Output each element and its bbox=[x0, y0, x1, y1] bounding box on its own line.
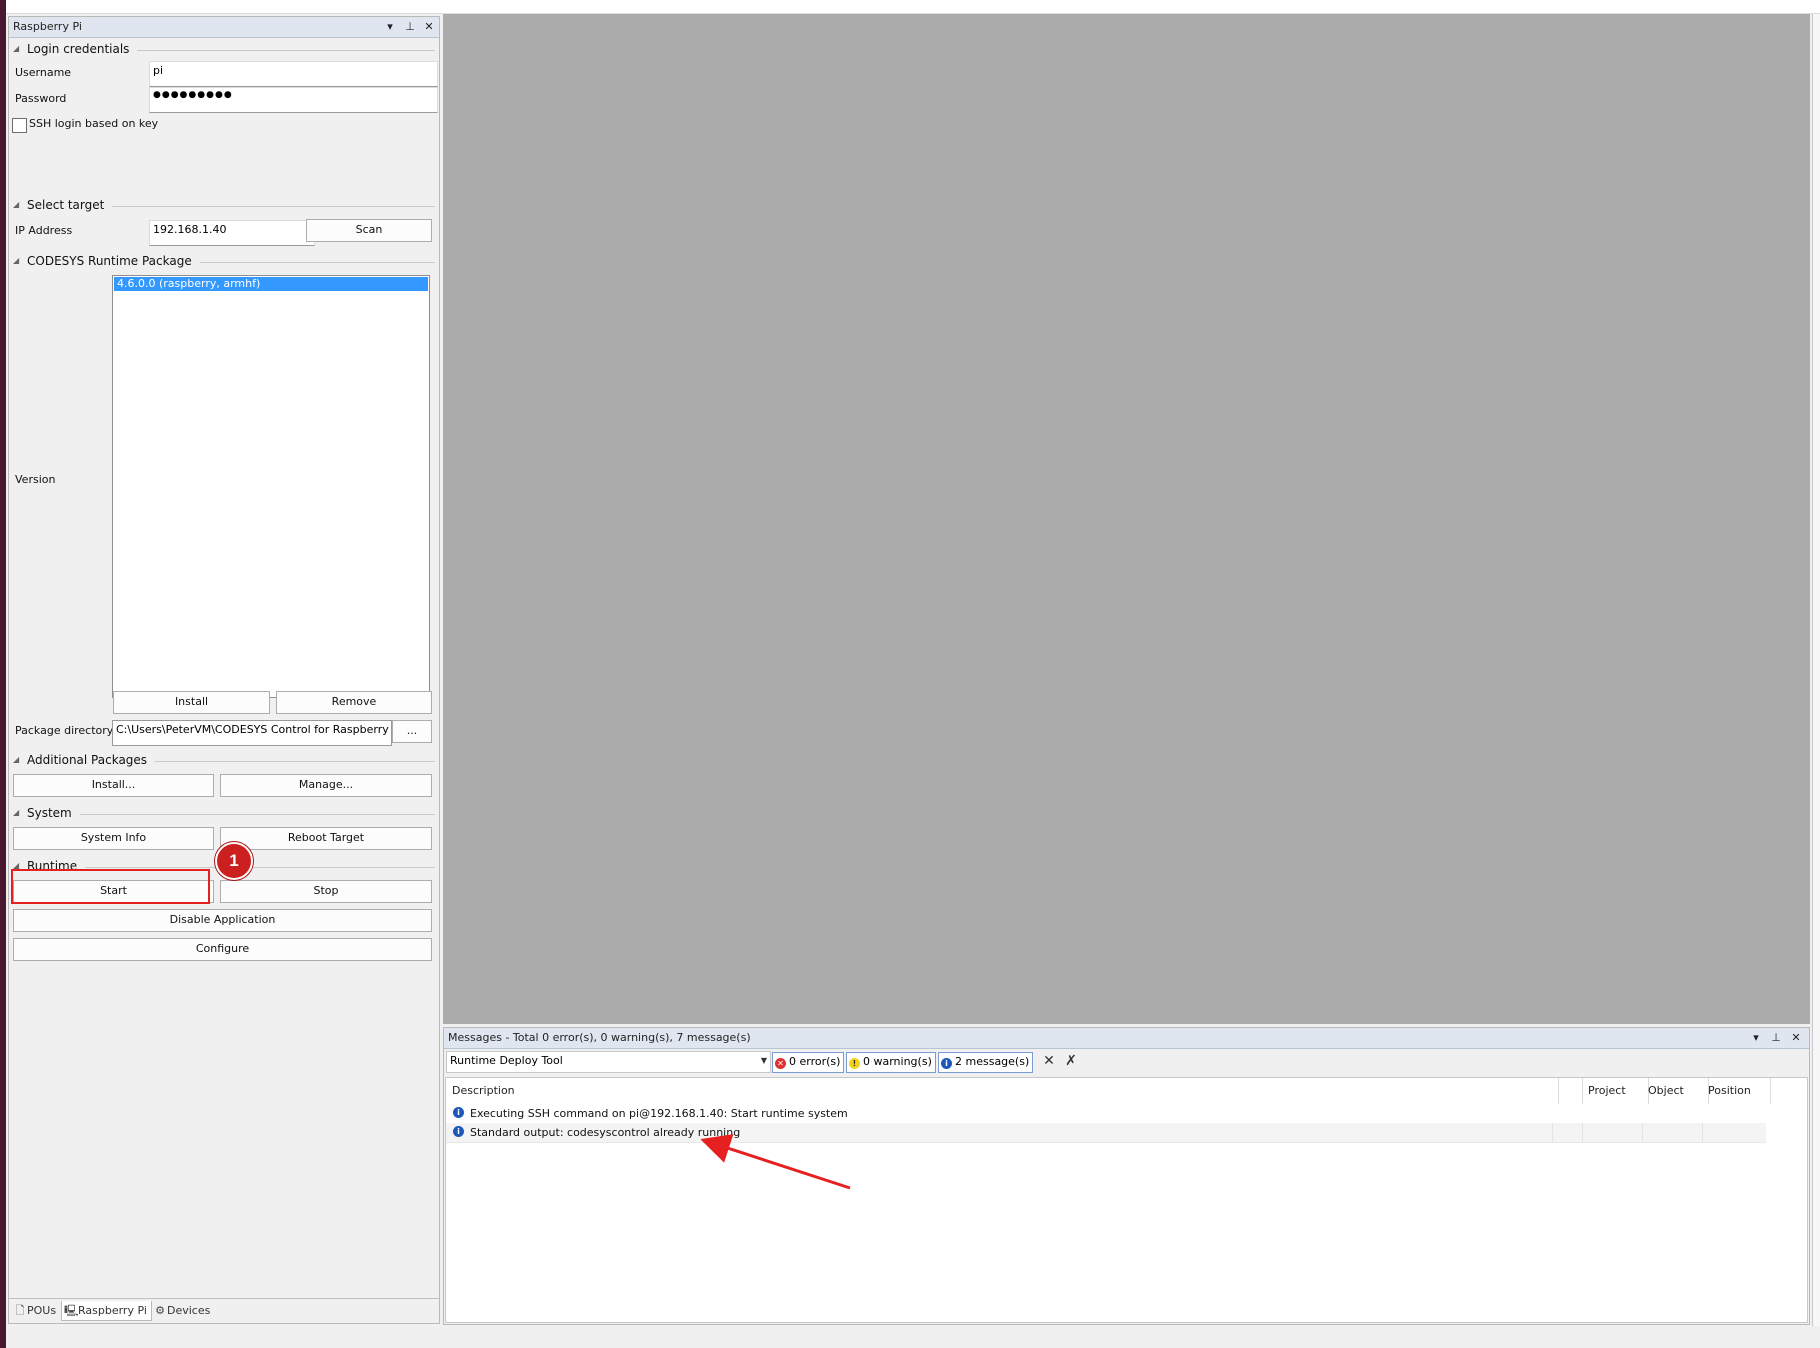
stop-button[interactable]: Stop bbox=[220, 880, 432, 903]
column-object[interactable]: Object bbox=[1642, 1078, 1709, 1104]
start-highlight-box bbox=[11, 869, 210, 904]
close-icon[interactable]: ✕ bbox=[1789, 1030, 1803, 1045]
collapse-triangle-icon: ◢ bbox=[13, 256, 20, 265]
column-project[interactable]: Project bbox=[1582, 1078, 1649, 1104]
section-runtime-package[interactable]: ◢ CODESYS Runtime Package bbox=[11, 253, 435, 271]
window-top-bar bbox=[6, 0, 1820, 14]
section-select-target[interactable]: ◢ Select target bbox=[11, 197, 435, 215]
messages-toolbar: Runtime Deploy Tool ▼ ✕ 0 error(s) ! 0 war… bbox=[444, 1049, 1809, 1073]
section-label: Login credentials bbox=[27, 42, 138, 56]
section-login-credentials[interactable]: ◢ Login credentials bbox=[11, 41, 435, 59]
dropdown-icon[interactable]: ▾ bbox=[383, 19, 397, 34]
tab-raspberry-pi[interactable]: 🖳Raspberry Pi bbox=[61, 1301, 152, 1321]
message-row[interactable]: i Standard output: codesyscontrol alread… bbox=[446, 1123, 1766, 1143]
messages-filter-button[interactable]: i2 message(s) bbox=[938, 1052, 1034, 1073]
manage-button[interactable]: Manage... bbox=[220, 774, 432, 797]
disable-application-button[interactable]: Disable Application bbox=[13, 909, 432, 932]
password-input[interactable]: ●●●●●●●●● bbox=[149, 87, 438, 113]
version-label: Version bbox=[15, 473, 56, 486]
messages-panel: Messages - Total 0 error(s), 0 warning(s… bbox=[443, 1027, 1810, 1325]
raspberry-pi-panel: Raspberry Pi ▾ ⊥ ✕ ◢ Login credentials U… bbox=[8, 16, 440, 1324]
install-button[interactable]: Install bbox=[113, 691, 270, 714]
tab-devices[interactable]: ⚙ Devices bbox=[151, 1301, 214, 1320]
section-label: CODESYS Runtime Package bbox=[27, 254, 200, 268]
collapse-triangle-icon: ◢ bbox=[13, 755, 20, 764]
configure-button[interactable]: Configure bbox=[13, 938, 432, 961]
column-position[interactable]: Position bbox=[1702, 1078, 1771, 1104]
section-label: Select target bbox=[27, 198, 113, 212]
close-icon[interactable]: ✕ bbox=[422, 19, 436, 34]
package-directory-label: Package directory bbox=[15, 724, 114, 737]
annotation-arrow bbox=[700, 1134, 851, 1190]
clear-all-icon[interactable]: ✗ bbox=[1062, 1052, 1080, 1070]
section-additional-packages[interactable]: ◢ Additional Packages bbox=[11, 752, 435, 770]
ssh-key-checkbox[interactable] bbox=[12, 118, 27, 133]
collapse-triangle-icon: ◢ bbox=[13, 808, 20, 817]
right-scrollbar[interactable] bbox=[1812, 14, 1820, 1326]
username-label: Username bbox=[15, 66, 72, 79]
clear-icon[interactable]: ✕ bbox=[1040, 1052, 1058, 1070]
ip-address-input[interactable]: 192.168.1.40 bbox=[149, 220, 315, 246]
messages-title-bar: Messages - Total 0 error(s), 0 warning(s… bbox=[444, 1028, 1809, 1049]
message-source-select[interactable]: Runtime Deploy Tool ▼ bbox=[446, 1051, 771, 1073]
info-icon: i bbox=[453, 1126, 464, 1137]
chevron-down-icon: ▼ bbox=[760, 1056, 767, 1065]
devices-icon: ⚙ bbox=[155, 1304, 165, 1317]
pin-icon[interactable]: ⊥ bbox=[403, 19, 417, 34]
message-row[interactable]: i Executing SSH command on pi@192.168.1.… bbox=[446, 1104, 1766, 1124]
warnings-filter-button[interactable]: ! 0 warning(s) bbox=[846, 1052, 936, 1073]
scan-button[interactable]: Scan bbox=[306, 219, 432, 242]
browse-button[interactable]: ... bbox=[392, 720, 432, 743]
ip-address-label: IP Address bbox=[15, 224, 73, 237]
panel-tabs: 🗋 POUs 🖳Raspberry Pi ⚙ Devices bbox=[9, 1298, 439, 1323]
info-icon: i bbox=[941, 1058, 952, 1069]
collapse-triangle-icon: ◢ bbox=[13, 44, 20, 53]
collapse-triangle-icon: ◢ bbox=[13, 200, 20, 209]
version-item-selected[interactable]: 4.6.0.0 (raspberry, armhf) bbox=[114, 277, 428, 291]
section-system[interactable]: ◢ System bbox=[11, 805, 435, 823]
system-info-button[interactable]: System Info bbox=[13, 827, 214, 850]
password-label: Password bbox=[15, 92, 67, 105]
document-icon: 🗋 bbox=[15, 1304, 25, 1317]
desktop-edge bbox=[0, 0, 6, 1348]
messages-title: Messages - Total 0 error(s), 0 warning(s… bbox=[448, 1031, 751, 1044]
warning-icon: ! bbox=[849, 1058, 860, 1069]
editor-workspace bbox=[443, 14, 1810, 1024]
info-icon: i bbox=[453, 1107, 464, 1118]
remove-button[interactable]: Remove bbox=[276, 691, 432, 714]
version-list[interactable]: 4.6.0.0 (raspberry, armhf) bbox=[112, 275, 430, 698]
additional-install-button[interactable]: Install... bbox=[13, 774, 214, 797]
step-badge: 1 bbox=[215, 842, 253, 880]
section-label: System bbox=[27, 806, 80, 820]
ssh-key-label: SSH login based on key bbox=[29, 117, 159, 130]
column-description[interactable]: Description bbox=[446, 1078, 1559, 1104]
error-icon: ✕ bbox=[775, 1058, 786, 1069]
panel-title-bar: Raspberry Pi ▾ ⊥ ✕ bbox=[9, 17, 439, 38]
reboot-target-button[interactable]: Reboot Target bbox=[220, 827, 432, 850]
tab-pous[interactable]: 🗋 POUs bbox=[11, 1301, 60, 1320]
message-source-value: Runtime Deploy Tool bbox=[450, 1054, 563, 1067]
pin-icon[interactable]: ⊥ bbox=[1769, 1030, 1783, 1045]
section-label: Additional Packages bbox=[27, 753, 156, 767]
column-spacer bbox=[1552, 1078, 1583, 1104]
username-input[interactable]: pi bbox=[149, 61, 438, 87]
dropdown-icon[interactable]: ▾ bbox=[1749, 1030, 1763, 1045]
package-directory-input[interactable]: C:\Users\PeterVM\CODESYS Control for Ras… bbox=[112, 720, 392, 746]
panel-title: Raspberry Pi bbox=[13, 20, 82, 33]
messages-table: Description Project Object Position i Ex… bbox=[445, 1077, 1808, 1323]
errors-filter-button[interactable]: ✕ 0 error(s) bbox=[772, 1052, 845, 1073]
computer-icon: 🖳 bbox=[64, 1304, 79, 1317]
